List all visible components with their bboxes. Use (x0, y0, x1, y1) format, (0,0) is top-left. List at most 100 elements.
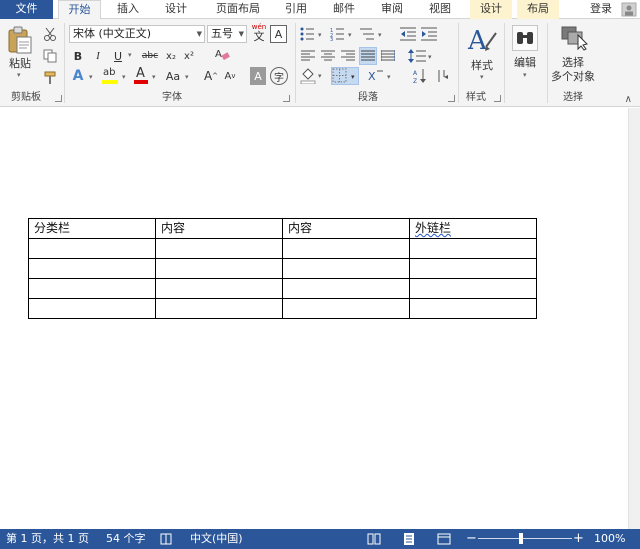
font-size-dropdown[interactable]: 五号 ▼ (207, 25, 247, 43)
select-objects-button[interactable] (560, 25, 590, 51)
print-layout-button[interactable] (402, 529, 416, 549)
copy-button[interactable] (42, 47, 58, 65)
align-left-button[interactable] (299, 47, 317, 65)
borders-button[interactable]: ▾ (331, 67, 359, 85)
italic-button[interactable]: I (90, 47, 106, 65)
underline-dropdown-arrow[interactable]: ▾ (128, 51, 132, 59)
table-cell[interactable] (409, 278, 537, 299)
tab-review[interactable]: 审阅 (372, 0, 412, 19)
table-cell[interactable] (409, 298, 537, 319)
tab-home[interactable]: 开始 (58, 0, 101, 20)
sort-button[interactable]: AZ (412, 67, 428, 85)
table-cell[interactable] (28, 238, 156, 259)
styles-gallery-button[interactable]: A (466, 25, 498, 57)
distributed-button[interactable] (379, 47, 397, 65)
editing-button[interactable] (512, 25, 538, 51)
character-shading-button[interactable]: A (250, 67, 266, 85)
table-cell[interactable] (28, 298, 156, 319)
bullets-button[interactable]: ▾ (299, 25, 325, 43)
text-effects-button[interactable]: A (70, 67, 86, 85)
character-border-button[interactable]: A (270, 25, 287, 43)
grow-font-button[interactable]: A ^ (203, 67, 219, 85)
language-indicator[interactable]: 中文(中国) (190, 529, 243, 549)
collapse-ribbon-icon[interactable]: ∧ (625, 94, 632, 105)
table-cell[interactable] (155, 278, 283, 299)
font-color-button[interactable]: A (133, 66, 149, 85)
font-color-dropdown-arrow[interactable]: ▾ (152, 73, 156, 81)
shading-button[interactable]: ▾ (299, 67, 325, 85)
login-link[interactable]: 登录 (584, 0, 618, 19)
clear-formatting-button[interactable]: A (213, 45, 231, 63)
table-cell[interactable] (282, 238, 410, 259)
bold-button[interactable]: B (70, 47, 86, 65)
table-cell[interactable] (28, 278, 156, 299)
paragraph-launcher-icon[interactable] (448, 95, 455, 102)
cut-button[interactable] (42, 25, 58, 43)
table-cell[interactable] (155, 298, 283, 319)
phonetic-guide-button[interactable]: wén 文 (250, 23, 268, 45)
proofing-icon[interactable] (160, 529, 174, 549)
change-case-dropdown-arrow[interactable]: ▾ (185, 73, 189, 81)
underline-button[interactable]: U (110, 47, 126, 65)
change-case-button[interactable]: Aa (163, 67, 183, 85)
chinese-layout-button[interactable]: X ▾ (367, 67, 395, 85)
tab-view[interactable]: 视图 (420, 0, 460, 19)
align-right-button[interactable] (339, 47, 357, 65)
subscript-button[interactable]: x₂ (163, 47, 179, 65)
page-count[interactable]: 第 1 页，共 1 页 (6, 529, 89, 549)
editing-dropdown-arrow[interactable]: ▾ (523, 71, 527, 79)
tab-insert[interactable]: 插入 (108, 0, 148, 19)
styles-dropdown-arrow[interactable]: ▾ (480, 73, 484, 81)
table-cell[interactable] (409, 258, 537, 279)
table-cell[interactable] (28, 258, 156, 279)
account-avatar[interactable] (620, 2, 638, 17)
show-formatting-marks-button[interactable] (434, 67, 450, 85)
align-center-button[interactable] (319, 47, 337, 65)
zoom-level[interactable]: 100% (594, 529, 625, 549)
format-painter-button[interactable] (42, 69, 58, 87)
table-cell[interactable] (155, 238, 283, 259)
read-mode-button[interactable] (367, 529, 381, 549)
zoom-slider-track[interactable] (478, 538, 572, 539)
table-cell[interactable]: 分类栏 (28, 218, 156, 239)
clipboard-launcher-icon[interactable] (55, 95, 62, 102)
multilevel-list-button[interactable]: ▾ (359, 25, 385, 43)
paste-button[interactable] (6, 25, 34, 55)
decrease-indent-button[interactable] (399, 25, 417, 43)
table-cell[interactable] (155, 258, 283, 279)
tab-file[interactable]: 文件 (0, 0, 53, 19)
table-cell[interactable] (282, 278, 410, 299)
table-cell[interactable] (282, 258, 410, 279)
zoom-in-button[interactable]: + (573, 529, 584, 549)
tab-table-layout[interactable]: 布局 (517, 0, 559, 19)
justify-button[interactable] (359, 47, 377, 65)
tab-design[interactable]: 设计 (156, 0, 196, 19)
tab-page-layout[interactable]: 页面布局 (206, 0, 270, 19)
enclose-characters-button[interactable]: 字 (270, 67, 288, 85)
font-name-dropdown[interactable]: 宋体 (中文正文) ▼ (69, 25, 205, 43)
table-cell[interactable]: 内容 (282, 218, 410, 239)
tab-mailings[interactable]: 邮件 (324, 0, 364, 19)
table-cell[interactable] (282, 298, 410, 319)
document-table[interactable]: 分类栏 内容 内容 外链栏 (28, 218, 537, 319)
table-cell[interactable] (409, 238, 537, 259)
word-count[interactable]: 54 个字 (106, 529, 146, 549)
text-effects-dropdown-arrow[interactable]: ▾ (89, 73, 93, 81)
table-cell[interactable]: 外链栏 (409, 218, 537, 239)
shrink-font-button[interactable]: Av (222, 67, 238, 85)
zoom-out-button[interactable]: − (466, 529, 477, 549)
numbering-button[interactable]: 1 2 3 ▾ (329, 25, 355, 43)
increase-indent-button[interactable] (420, 25, 438, 43)
paste-dropdown-arrow[interactable]: ▾ (17, 71, 21, 79)
font-launcher-icon[interactable] (283, 95, 290, 102)
vertical-scrollbar[interactable] (628, 108, 640, 529)
web-layout-button[interactable] (437, 529, 451, 549)
table-cell[interactable]: 内容 (155, 218, 283, 239)
highlight-button[interactable]: ab (101, 67, 119, 85)
styles-launcher-icon[interactable] (494, 95, 501, 102)
strikethrough-button[interactable]: abc (138, 47, 162, 65)
superscript-button[interactable]: x² (181, 47, 197, 65)
zoom-slider-thumb[interactable] (519, 533, 523, 544)
highlight-dropdown-arrow[interactable]: ▾ (122, 73, 126, 81)
line-spacing-button[interactable]: ▾ (407, 47, 435, 65)
